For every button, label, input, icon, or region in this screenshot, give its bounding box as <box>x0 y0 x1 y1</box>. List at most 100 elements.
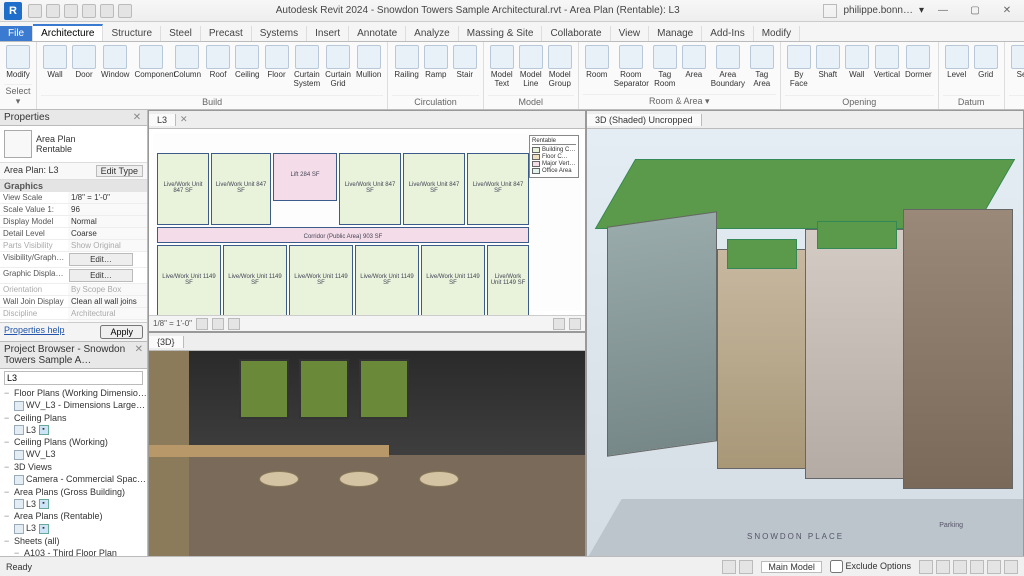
tool-level[interactable]: Level <box>943 44 971 95</box>
tree-node[interactable]: −Ceiling Plans <box>0 412 147 424</box>
tool-curtain-system[interactable]: Curtain System <box>292 44 323 95</box>
tool-tag-room[interactable]: Tag Room <box>651 44 679 94</box>
tab-massing-site[interactable]: Massing & Site <box>459 26 543 41</box>
tab-structure[interactable]: Structure <box>103 26 161 41</box>
tool-door[interactable]: Door <box>70 44 98 95</box>
floorplan-room[interactable]: Live/Work Unit 1149 SF <box>157 245 221 315</box>
status-pin-icon[interactable] <box>987 560 1001 574</box>
browser-close-icon[interactable]: ✕ <box>135 344 143 366</box>
prop-row[interactable]: OrientationBy Scope Box <box>0 284 147 296</box>
tool-roof[interactable]: Roof <box>204 44 232 95</box>
qat-save-icon[interactable] <box>46 4 60 18</box>
status-design-options-icon[interactable] <box>739 560 753 574</box>
tab-annotate[interactable]: Annotate <box>349 26 406 41</box>
tool-vertical[interactable]: Vertical <box>872 44 902 95</box>
prop-row[interactable]: Detail LevelCoarse <box>0 228 147 240</box>
prop-row[interactable]: DisciplineArchitectural <box>0 308 147 320</box>
floorplan-room[interactable]: Live/Work Unit 847 SF <box>339 153 401 225</box>
tool-set[interactable]: Set <box>1009 44 1024 95</box>
view-tab-close-icon[interactable]: ✕ <box>176 114 192 125</box>
prop-row[interactable]: Graphic Display O…Edit… <box>0 268 147 284</box>
floorplan-room[interactable]: Live/Work Unit 847 SF <box>403 153 465 225</box>
tab-systems[interactable]: Systems <box>252 26 307 41</box>
tab-manage[interactable]: Manage <box>649 26 702 41</box>
tool-by-face[interactable]: By Face <box>785 44 813 95</box>
tool-curtain-grid[interactable]: Curtain Grid <box>323 44 353 95</box>
tool-component[interactable]: Component <box>132 44 170 95</box>
qat-measure-icon[interactable] <box>118 4 132 18</box>
crop-icon[interactable] <box>553 318 565 330</box>
tool-area[interactable]: Area <box>680 44 708 94</box>
properties-help-link[interactable]: Properties help <box>4 325 65 339</box>
prop-row[interactable]: Wall Join DisplayClean all wall joins <box>0 296 147 308</box>
floorplan-scale[interactable]: 1/8" = 1'-0" <box>153 319 192 328</box>
apply-button[interactable]: Apply <box>100 325 143 339</box>
floorplan-room[interactable]: Lift 284 SF <box>273 153 337 201</box>
floorplan-room[interactable]: Live/Work Unit 847 SF <box>211 153 271 225</box>
floorplan-room[interactable]: Live/Work Unit 1149 SF <box>223 245 287 315</box>
tool-ceiling[interactable]: Ceiling <box>233 44 261 95</box>
qat-undo-icon[interactable] <box>64 4 78 18</box>
tree-node[interactable]: Camera - Commercial Space ▪ <box>0 473 147 486</box>
tool-modify[interactable]: Modify <box>4 44 32 84</box>
floorplan-canvas[interactable]: Live/Work Unit 847 SFLive/Work Unit 847 … <box>149 129 585 315</box>
tool-shaft[interactable]: Shaft <box>814 44 842 95</box>
visual-style-icon[interactable] <box>212 318 224 330</box>
tab-modify[interactable]: Modify <box>754 26 800 41</box>
tool-room[interactable]: Room <box>583 44 611 94</box>
tree-node[interactable]: WV_L3 - Dimensions Large Scale <box>0 399 147 412</box>
status-select-icon[interactable] <box>936 560 950 574</box>
status-worksets-icon[interactable] <box>722 560 736 574</box>
tree-node[interactable]: WV_L3 <box>0 448 147 461</box>
status-model-select[interactable]: Main Model <box>761 561 822 573</box>
tool-model-group[interactable]: Model Group <box>546 44 574 95</box>
tree-node[interactable]: L3 ▪ <box>0 424 147 437</box>
browser-search-input[interactable] <box>4 371 143 385</box>
view-tab-axon[interactable]: 3D (Shaded) Uncropped <box>587 114 702 126</box>
tool-wall[interactable]: Wall <box>843 44 871 95</box>
tree-node[interactable]: −Area Plans (Rentable) <box>0 510 147 522</box>
tool-tag-area[interactable]: Tag Area <box>748 44 776 94</box>
tab-collaborate[interactable]: Collaborate <box>542 26 610 41</box>
status-face-icon[interactable] <box>970 560 984 574</box>
tree-node[interactable]: −Sheets (all) <box>0 535 147 547</box>
tool-room-separator[interactable]: Room Separator <box>612 44 650 94</box>
properties-close-icon[interactable]: ✕ <box>131 112 143 123</box>
prop-row[interactable]: Display ModelNormal <box>0 216 147 228</box>
qat-print-icon[interactable] <box>100 4 114 18</box>
status-exclude-checkbox[interactable]: Exclude Options <box>830 560 911 573</box>
tree-node[interactable]: −Ceiling Plans (Working) <box>0 436 147 448</box>
tab-add-ins[interactable]: Add-Ins <box>702 26 753 41</box>
status-link-icon[interactable] <box>1004 560 1018 574</box>
sun-path-icon[interactable] <box>228 318 240 330</box>
tree-node[interactable]: L3 ▪ <box>0 522 147 535</box>
tool-ramp[interactable]: Ramp <box>422 44 450 95</box>
tab-steel[interactable]: Steel <box>161 26 201 41</box>
floorplan-room[interactable]: Live/Work Unit 1149 SF <box>289 245 353 315</box>
minimize-button[interactable]: — <box>930 3 956 19</box>
detail-level-icon[interactable] <box>196 318 208 330</box>
tab-precast[interactable]: Precast <box>201 26 252 41</box>
tree-node[interactable]: L3 ▪ <box>0 498 147 511</box>
tool-area-boundary[interactable]: Area Boundary <box>709 44 747 94</box>
tool-dormer[interactable]: Dormer <box>903 44 934 95</box>
floorplan-room[interactable]: Live/Work Unit 1149 SF <box>487 245 529 315</box>
tool-grid[interactable]: Grid <box>972 44 1000 95</box>
qat-redo-icon[interactable] <box>82 4 96 18</box>
tree-node[interactable]: −3D Views <box>0 461 147 473</box>
prop-row[interactable]: Parts VisibilityShow Original <box>0 240 147 252</box>
qat-open-icon[interactable] <box>28 4 42 18</box>
status-drag-icon[interactable] <box>953 560 967 574</box>
tree-node[interactable]: −Floor Plans (Working Dimensions) <box>0 387 147 399</box>
tab-analyze[interactable]: Analyze <box>406 26 459 41</box>
view-tab-3d[interactable]: {3D} <box>149 336 184 348</box>
instance-selector[interactable]: Area Plan: L3 <box>4 165 96 177</box>
user-name[interactable]: philippe.bonn… <box>843 5 913 16</box>
tool-stair[interactable]: Stair <box>451 44 479 95</box>
tab-architecture[interactable]: Architecture <box>33 24 103 41</box>
floorplan-room[interactable]: Corridor (Public Area) 903 SF <box>157 227 529 243</box>
render-canvas[interactable] <box>149 351 585 559</box>
tab-insert[interactable]: Insert <box>307 26 349 41</box>
tool-column[interactable]: Column <box>171 44 203 95</box>
prop-row[interactable]: Scale Value 1:96 <box>0 204 147 216</box>
